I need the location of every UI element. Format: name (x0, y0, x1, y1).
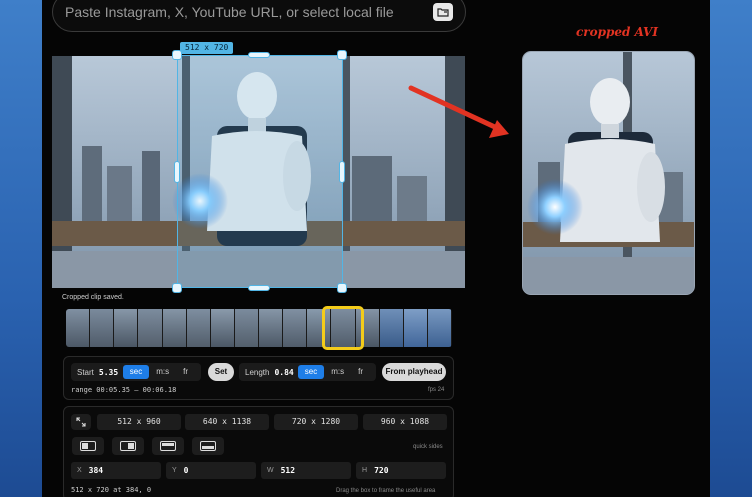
start-control[interactable]: Start 5.35 sec m:s fr (71, 363, 201, 381)
crop-handle-right[interactable] (339, 161, 345, 183)
drag-hint: Drag the box to frame the useful area (336, 488, 436, 494)
side-bottom-button[interactable] (192, 437, 224, 455)
start-unit-sec[interactable]: sec (122, 365, 150, 379)
x-field[interactable]: X 384 (71, 462, 161, 479)
expand-icon (76, 417, 86, 427)
start-unit-fr[interactable]: fr (176, 365, 195, 379)
h-field[interactable]: H 720 (356, 462, 446, 479)
x-label: X (77, 467, 82, 474)
align-top-icon (160, 441, 176, 451)
side-top-button[interactable] (152, 437, 184, 455)
h-label: H (362, 467, 368, 474)
cropped-scene (523, 52, 694, 294)
x-value[interactable]: 384 (89, 466, 103, 475)
folder-icon (437, 8, 449, 17)
crop-handle-bottom-right[interactable] (337, 283, 347, 293)
align-right-icon (120, 441, 136, 451)
preset-720x1280[interactable]: 720 x 1280 (274, 414, 358, 430)
align-left-icon (80, 441, 96, 451)
start-label: Start (77, 367, 94, 377)
length-control[interactable]: Length 0.84 sec m:s fr (239, 363, 376, 381)
h-value[interactable]: 720 (374, 466, 388, 475)
y-value[interactable]: 0 (184, 466, 189, 475)
preset-960x1088[interactable]: 960 x 1088 (363, 414, 447, 430)
side-right-button[interactable] (112, 437, 144, 455)
length-value[interactable]: 0.84 (274, 368, 293, 377)
crop-size-label: 512 x 720 (180, 42, 234, 54)
url-input[interactable]: Paste Instagram, X, YouTube URL, or sele… (52, 0, 466, 32)
preview-title: cropped AVI (576, 25, 658, 39)
crop-summary: 512 x 720 at 384, 0 (71, 486, 152, 494)
crop-handle-top[interactable] (248, 52, 270, 58)
quick-sides-label: quick sides (413, 444, 443, 450)
open-file-button[interactable] (433, 3, 453, 21)
preset-512x960[interactable]: 512 x 960 (97, 414, 181, 430)
cropped-preview (522, 51, 695, 295)
url-placeholder: Paste Instagram, X, YouTube URL, or sele… (65, 4, 394, 20)
length-unit-sec[interactable]: sec (297, 365, 325, 379)
length-unit-fr[interactable]: fr (351, 365, 370, 379)
side-left-button[interactable] (72, 437, 104, 455)
crop-handle-bottom[interactable] (248, 285, 270, 291)
preset-640x1138[interactable]: 640 x 1138 (185, 414, 269, 430)
expand-button[interactable] (71, 414, 91, 430)
crop-handle-bottom-left[interactable] (172, 283, 182, 293)
crop-handle-top-right[interactable] (337, 50, 347, 60)
start-unit-ms[interactable]: m:s (149, 365, 176, 379)
from-playhead-button[interactable]: From playhead (382, 363, 446, 381)
align-bottom-icon (200, 441, 216, 451)
w-value[interactable]: 512 (281, 466, 295, 475)
length-unit-ms[interactable]: m:s (324, 365, 351, 379)
start-value[interactable]: 5.35 (99, 368, 118, 377)
fps-text: fps 24 (428, 387, 445, 393)
timeline-filmstrip[interactable] (66, 309, 452, 347)
w-field[interactable]: W 512 (261, 462, 351, 479)
playhead-selection[interactable] (322, 306, 364, 350)
y-field[interactable]: Y 0 (166, 462, 256, 479)
crop-handle-top-left[interactable] (172, 50, 182, 60)
crop-box[interactable] (177, 55, 343, 288)
crop-handle-left[interactable] (174, 161, 180, 183)
w-label: W (267, 467, 274, 474)
length-label: Length (245, 367, 270, 377)
status-message: Cropped clip saved. (62, 294, 124, 301)
range-text: range 00:05.35 – 00:06.18 (71, 386, 177, 394)
set-button[interactable]: Set (208, 363, 234, 381)
y-label: Y (172, 467, 177, 474)
annotation-arrow (408, 85, 509, 138)
